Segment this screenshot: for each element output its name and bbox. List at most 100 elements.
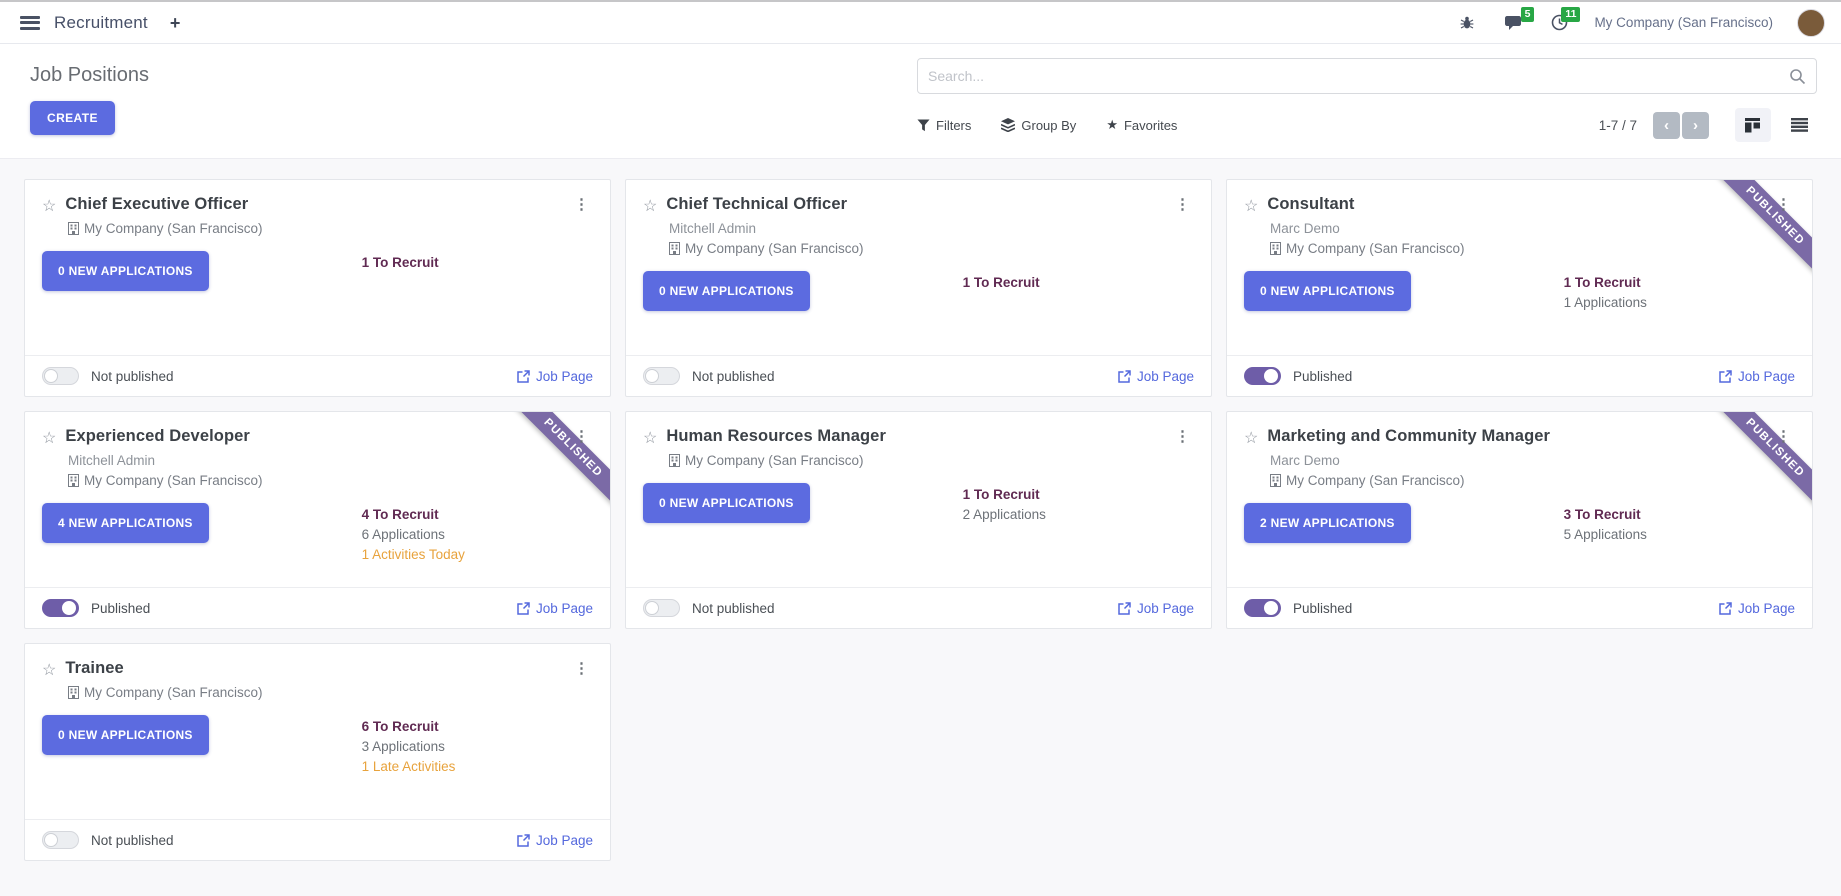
external-link-icon — [517, 602, 530, 615]
job-position-card[interactable]: PUBLISHED Marketing and Community Manage… — [1226, 411, 1813, 629]
apps-menu-icon[interactable] — [20, 16, 40, 30]
group-by-label: Group By — [1021, 118, 1076, 133]
kebab-menu-icon[interactable] — [1772, 427, 1795, 445]
job-position-card[interactable]: Chief Executive Officer My Company (San … — [24, 179, 611, 397]
app-name[interactable]: Recruitment — [54, 13, 148, 33]
applications-stat[interactable]: 5 Applications — [1564, 525, 1647, 545]
filters-button[interactable]: Filters — [917, 118, 971, 133]
to-recruit-stat[interactable]: 4 To Recruit — [362, 505, 465, 525]
card-footer: Published Job Page — [1227, 587, 1812, 628]
favorite-star-icon[interactable] — [42, 660, 56, 680]
job-title[interactable]: Chief Technical Officer — [666, 195, 847, 214]
kebab-menu-icon[interactable] — [1171, 195, 1194, 213]
kanban-view: Chief Executive Officer My Company (San … — [0, 159, 1841, 881]
job-page-link[interactable]: Job Page — [1118, 601, 1194, 616]
job-title[interactable]: Trainee — [65, 659, 123, 678]
to-recruit-stat[interactable]: 1 To Recruit — [963, 273, 1040, 293]
activities-button[interactable]: 11 — [1548, 13, 1570, 33]
applications-stat[interactable]: 3 Applications — [362, 737, 456, 757]
job-title[interactable]: Chief Executive Officer — [65, 195, 248, 214]
list-view-button[interactable] — [1781, 108, 1817, 142]
favorite-star-icon[interactable] — [42, 428, 56, 448]
activities-stat[interactable]: 1 Late Activities — [362, 757, 456, 777]
to-recruit-stat[interactable]: 1 To Recruit — [963, 485, 1046, 505]
publish-toggle[interactable] — [1244, 599, 1281, 617]
applications-stat[interactable]: 2 Applications — [963, 505, 1046, 525]
building-icon — [68, 686, 79, 699]
publish-toggle[interactable] — [42, 367, 79, 385]
new-applications-button[interactable]: 2 NEW APPLICATIONS — [1244, 503, 1411, 543]
search-box[interactable] — [917, 58, 1817, 94]
new-applications-button[interactable]: 4 NEW APPLICATIONS — [42, 503, 209, 543]
favorite-star-icon[interactable] — [1244, 196, 1258, 216]
favorite-star-icon[interactable] — [42, 196, 56, 216]
kebab-menu-icon[interactable] — [570, 659, 593, 677]
kebab-menu-icon[interactable] — [570, 427, 593, 445]
to-recruit-stat[interactable]: 1 To Recruit — [1564, 273, 1647, 293]
favorite-star-icon[interactable] — [643, 428, 657, 448]
job-page-link[interactable]: Job Page — [517, 833, 593, 848]
favorite-star-icon[interactable] — [643, 196, 657, 216]
activities-stat[interactable]: 1 Activities Today — [362, 545, 465, 565]
new-applications-button[interactable]: 0 NEW APPLICATIONS — [42, 715, 209, 755]
favorites-button[interactable]: Favorites — [1106, 117, 1177, 133]
search-icon[interactable] — [1789, 68, 1806, 85]
messages-button[interactable]: 5 — [1502, 13, 1524, 33]
kebab-menu-icon[interactable] — [1772, 195, 1795, 213]
job-page-link[interactable]: Job Page — [517, 601, 593, 616]
company-switcher[interactable]: My Company (San Francisco) — [1594, 15, 1773, 30]
create-button[interactable]: CREATE — [30, 101, 115, 135]
company-name: My Company (San Francisco) — [685, 241, 864, 256]
new-tab-button[interactable]: + — [170, 14, 181, 32]
job-page-link[interactable]: Job Page — [1719, 601, 1795, 616]
to-recruit-stat[interactable]: 1 To Recruit — [362, 253, 439, 273]
job-title[interactable]: Human Resources Manager — [666, 427, 886, 446]
publish-toggle[interactable] — [42, 599, 79, 617]
applications-stat[interactable]: 1 Applications — [1564, 293, 1647, 313]
card-stats: 6 To Recruit 3 Applications 1 Late Activ… — [362, 717, 456, 777]
pager-next-button[interactable]: › — [1682, 112, 1709, 139]
company-line: My Company (San Francisco) — [68, 685, 593, 700]
job-position-card[interactable]: Chief Technical Officer Mitchell Admin M… — [625, 179, 1212, 397]
pager-prev-button[interactable]: ‹ — [1653, 112, 1680, 139]
new-applications-button[interactable]: 0 NEW APPLICATIONS — [42, 251, 209, 291]
group-by-button[interactable]: Group By — [1001, 118, 1076, 133]
job-title[interactable]: Experienced Developer — [65, 427, 250, 446]
user-avatar[interactable] — [1797, 9, 1825, 37]
kebab-menu-icon[interactable] — [570, 195, 593, 213]
job-page-link[interactable]: Job Page — [1719, 369, 1795, 384]
publish-toggle[interactable] — [42, 831, 79, 849]
job-position-card[interactable]: Trainee My Company (San Francisco) 0 NEW… — [24, 643, 611, 861]
debug-bug-icon[interactable] — [1456, 13, 1478, 33]
favorite-star-icon[interactable] — [1244, 428, 1258, 448]
card-footer: Published Job Page — [25, 587, 610, 628]
card-stats: 3 To Recruit 5 Applications — [1564, 505, 1647, 545]
job-position-card[interactable]: PUBLISHED Experienced Developer Mitchell… — [24, 411, 611, 629]
control-panel: Job Positions CREATE Filters — [0, 44, 1841, 159]
publish-toggle[interactable] — [643, 367, 680, 385]
applications-stat[interactable]: 6 Applications — [362, 525, 465, 545]
new-applications-button[interactable]: 0 NEW APPLICATIONS — [643, 483, 810, 523]
job-position-card[interactable]: Human Resources Manager My Company (San … — [625, 411, 1212, 629]
to-recruit-stat[interactable]: 6 To Recruit — [362, 717, 456, 737]
job-title[interactable]: Marketing and Community Manager — [1267, 427, 1550, 446]
new-applications-button[interactable]: 0 NEW APPLICATIONS — [1244, 271, 1411, 311]
publish-status-label: Published — [1293, 369, 1352, 384]
publish-status-label: Not published — [692, 601, 775, 616]
job-title[interactable]: Consultant — [1267, 195, 1354, 214]
job-page-link[interactable]: Job Page — [1118, 369, 1194, 384]
job-position-card[interactable]: PUBLISHED Consultant Marc Demo My Compan… — [1226, 179, 1813, 397]
publish-toggle[interactable] — [643, 599, 680, 617]
filters-label: Filters — [936, 118, 971, 133]
new-applications-button[interactable]: 0 NEW APPLICATIONS — [643, 271, 810, 311]
publish-status-label: Not published — [91, 369, 174, 384]
kebab-menu-icon[interactable] — [1171, 427, 1194, 445]
messages-badge: 5 — [1521, 7, 1535, 23]
kanban-view-button[interactable] — [1735, 108, 1771, 142]
to-recruit-stat[interactable]: 3 To Recruit — [1564, 505, 1647, 525]
manager-name: Marc Demo — [1270, 453, 1795, 468]
publish-toggle[interactable] — [1244, 367, 1281, 385]
job-page-label: Job Page — [1738, 369, 1795, 384]
job-page-link[interactable]: Job Page — [517, 369, 593, 384]
search-input[interactable] — [928, 68, 1789, 84]
